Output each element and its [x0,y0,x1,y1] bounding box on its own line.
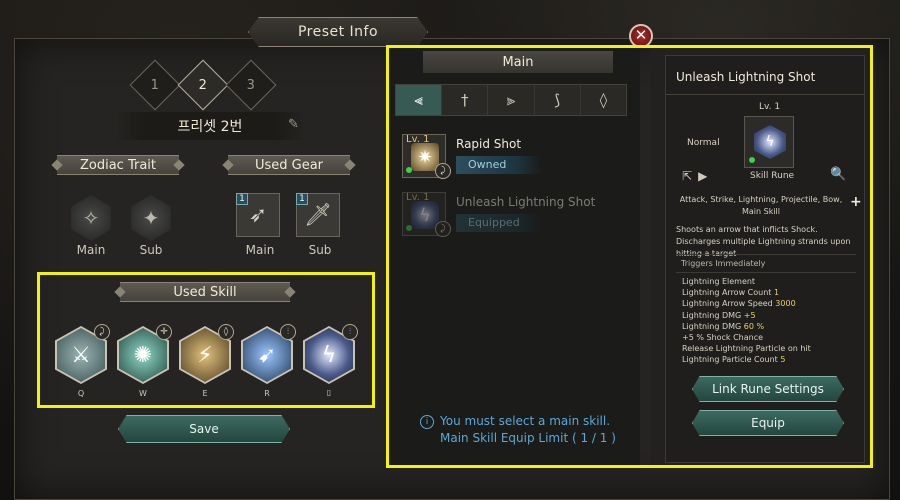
zodiac-main-slot[interactable]: ✧ [71,195,111,241]
zodiac-main-label: Main [76,243,106,257]
gear-sub-slot[interactable]: 1 🗡 [296,193,340,237]
zodiac-sub-label: Sub [139,243,163,257]
highlight-used-skill [37,272,375,408]
pencil-icon[interactable]: ✎ [288,117,299,132]
zodiac-trait-header: Zodiac Trait [57,155,179,175]
preset-name: 프리셋 2번 [115,112,305,140]
gear-sub-label: Sub [308,243,332,257]
gear-main-count: 1 [236,193,248,205]
used-gear-header: Used Gear [228,155,350,175]
preset-tab-1[interactable]: 1 [129,59,181,111]
preset-tab-2[interactable]: 2 [177,59,229,111]
zodiac-main-icon: ✧ [82,206,100,230]
bow-icon: ➶ [248,202,268,228]
save-button[interactable]: Save [118,415,290,443]
zodiac-sub-slot[interactable]: ✦ [131,195,171,241]
preset-tabs: 1 2 3 [129,59,277,111]
gear-main-slot[interactable]: 1 ➶ [236,193,280,237]
zodiac-sub-icon: ✦ [142,206,160,230]
highlight-skill-panels [386,45,873,468]
dagger-icon: 🗡 [304,202,332,228]
preset-tab-3[interactable]: 3 [225,59,277,111]
gear-main-label: Main [245,243,275,257]
gear-sub-count: 1 [296,193,308,205]
window-title: Preset Info [248,17,428,47]
